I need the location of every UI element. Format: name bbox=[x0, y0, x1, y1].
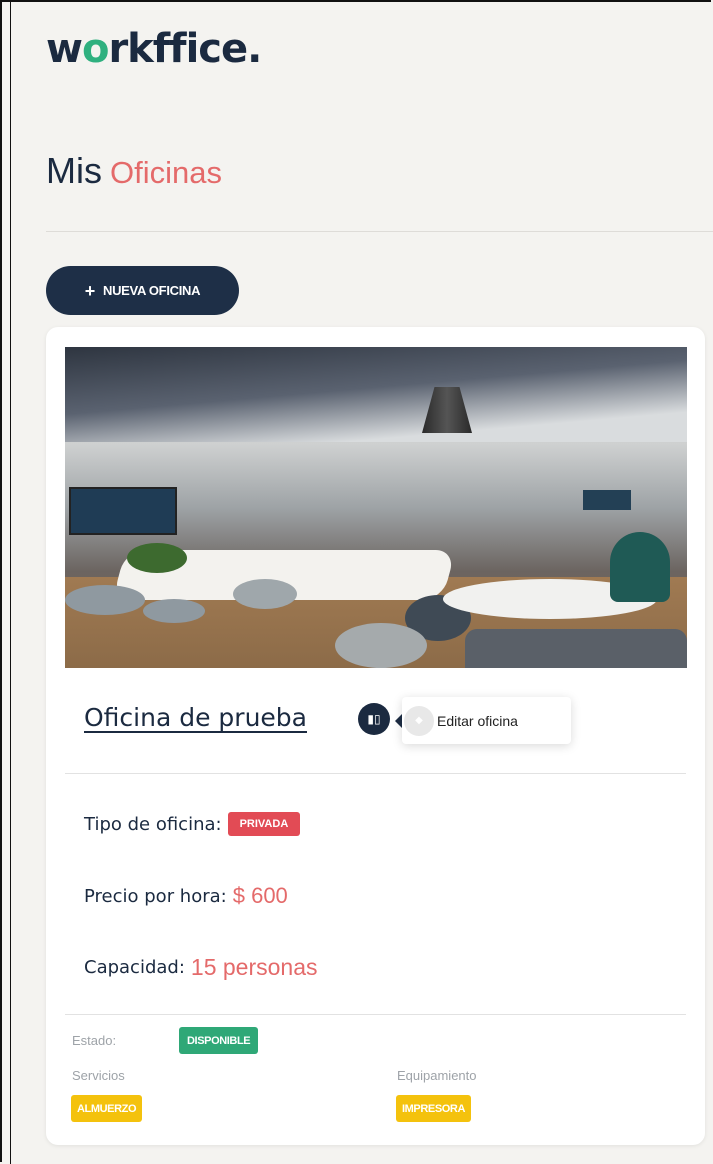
edit-office-button[interactable]: ▮▯ bbox=[358, 703, 390, 735]
edit-icon: ▮▯ bbox=[367, 712, 381, 726]
equipment-badge: IMPRESORA bbox=[396, 1095, 472, 1122]
price-value: $ 600 bbox=[232, 883, 288, 908]
edit-icon: ◆ bbox=[404, 705, 434, 736]
office-type-label: Tipo de oficina: bbox=[84, 813, 222, 835]
equipment-label: Equipamiento bbox=[397, 1068, 477, 1083]
photo-stool bbox=[233, 579, 297, 609]
photo-plant bbox=[127, 543, 187, 573]
page-title-primary: Mis bbox=[46, 150, 102, 191]
photo-stool bbox=[143, 599, 205, 623]
page-title-accent: Oficinas bbox=[110, 155, 222, 190]
logo-text-start: w bbox=[46, 26, 83, 72]
office-photo bbox=[65, 347, 687, 668]
capacity-label: Capacidad: bbox=[84, 957, 185, 978]
logo-text-end: rkffice. bbox=[108, 26, 262, 72]
card-divider bbox=[65, 1014, 686, 1015]
photo-tv-screen-far bbox=[583, 490, 631, 510]
capacity-row: Capacidad: 15 personas bbox=[84, 954, 318, 981]
card-divider bbox=[65, 773, 686, 774]
capacity-value: 15 personas bbox=[190, 954, 318, 980]
frame-border bbox=[10, 0, 11, 1164]
price-row: Precio por hora: $ 600 bbox=[84, 883, 288, 909]
header-divider bbox=[46, 231, 713, 232]
price-label: Precio por hora: bbox=[84, 885, 227, 907]
photo-stool bbox=[65, 585, 145, 615]
services-label: Servicios bbox=[72, 1068, 125, 1083]
photo-ceiling bbox=[65, 347, 687, 442]
workffice-logo[interactable]: workffice. bbox=[46, 26, 262, 72]
office-type-row: Tipo de oficina: PRIVADA bbox=[84, 812, 301, 836]
new-office-button[interactable]: + NUEVA OFICINA bbox=[46, 266, 239, 315]
office-type-badge: PRIVADA bbox=[227, 812, 301, 836]
office-name-link[interactable]: Oficina de prueba bbox=[84, 703, 307, 732]
photo-stool bbox=[335, 623, 427, 668]
page-title: Mis Oficinas bbox=[46, 150, 222, 192]
tooltip-label: Editar oficina bbox=[437, 712, 518, 729]
logo-text-o: o bbox=[81, 26, 110, 72]
photo-tv-screen bbox=[69, 487, 177, 535]
service-badge: ALMUERZO bbox=[71, 1095, 143, 1122]
status-label: Estado: bbox=[72, 1033, 117, 1048]
edit-office-tooltip: ◆ Editar oficina bbox=[395, 697, 571, 744]
office-card: Oficina de prueba ▮▯ ◆ Editar oficina Ti… bbox=[46, 327, 705, 1145]
photo-sofa bbox=[465, 629, 687, 668]
status-badge: DISPONIBLE bbox=[179, 1027, 259, 1054]
photo-person bbox=[610, 532, 670, 602]
plus-icon: + bbox=[84, 280, 96, 301]
new-office-label: NUEVA OFICINA bbox=[103, 283, 201, 298]
